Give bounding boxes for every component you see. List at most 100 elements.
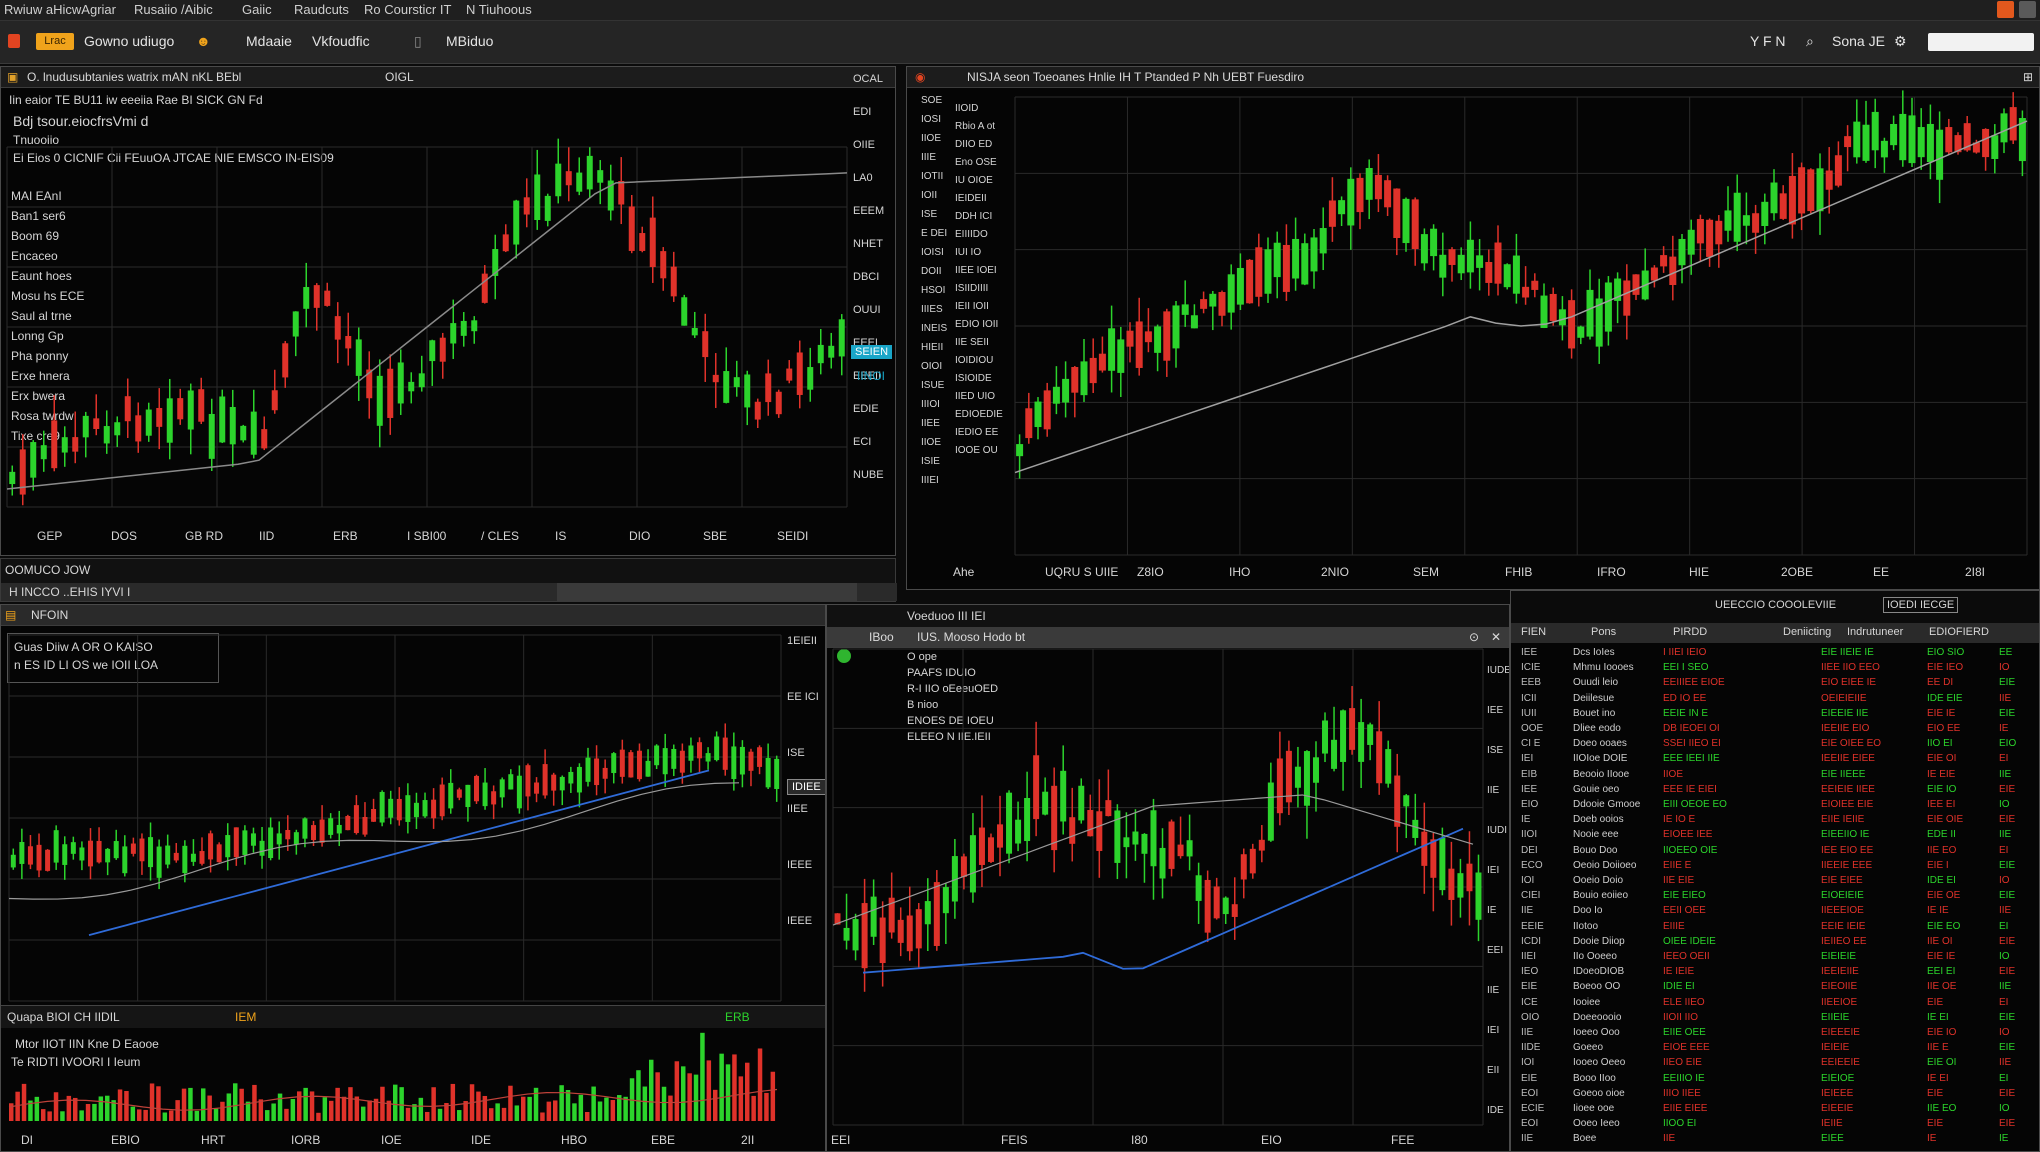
toolbar-item-2[interactable]: Vkfoudfic [312, 33, 370, 49]
candlestick-chart[interactable] [827, 605, 1510, 1152]
toolbar-item-3[interactable]: MBiduo [446, 33, 493, 49]
table-row[interactable]: DEI Bouo Doo IIOEEO OIE IEE EIO EE IIE EO EI [1511, 845, 2039, 860]
volume-chart[interactable] [1, 605, 826, 1152]
table-row[interactable]: EOI Ooeo Ieeo IIOO EI IEIIE EIE EIE [1511, 1118, 2039, 1133]
table-row[interactable]: ICDI Dooie Diiop OIEE IDEIE IEIIEO EE IIE OI… [1511, 935, 2039, 951]
table-row[interactable]: EIO Ddooie Gmooe EIII OEOE EO EIOIEE EIE IEE… [1511, 799, 2039, 814]
toolbar-right-1[interactable]: Y F N [1750, 33, 1786, 49]
table-row[interactable]: IIDE Goeeo EIOE EEE IEIEIE IIE E EIE [1511, 1042, 2039, 1057]
volume-bar [316, 1112, 321, 1121]
table-cell: EIE [1521, 981, 1538, 993]
candle-body [1240, 854, 1247, 880]
table-row[interactable]: IIE Doo Io EEII OEE IIEEEIOE IE IE IIE [1511, 905, 2039, 920]
table-row[interactable]: IUII Bouet ino EEIE IN E EIEEIE IIE EIE IE EI… [1511, 707, 2039, 723]
scrollbar-thumb[interactable] [557, 583, 857, 601]
table-row[interactable]: IEE Gouie oeo EEE IE EIEI EEIEIE IIEE EIE IO… [1511, 783, 2039, 799]
candle-body [817, 344, 824, 364]
table-row[interactable]: IE Doeb ooios IE IO E EIIE IEIIE EIE OIE EIE [1511, 814, 2039, 829]
volume-bar [405, 1107, 411, 1121]
table-row[interactable]: IIE Boee IIE EIEE IE IE [1511, 1133, 2039, 1148]
table-cell: EIO [1999, 738, 2017, 750]
menu-item-5[interactable]: Ro Coursticr IT [364, 2, 451, 17]
app-logo-icon[interactable] [8, 34, 20, 48]
table-cell: SSEI IIEO EI [1663, 738, 1721, 750]
menu-item-1[interactable]: Rwiuw aHicwAgriar [4, 2, 116, 17]
table-cell: EIE [1999, 783, 2016, 795]
candle-body [681, 297, 688, 326]
menu-item-6[interactable]: N Tiuhoous [466, 2, 532, 17]
table-row[interactable]: IOI Iooeo Oeeo IIEO EIE EEIEEIE EIE OI IIE [1511, 1057, 2039, 1072]
table-cell: IIE [1521, 1027, 1534, 1038]
table-cell: Doeb ooios [1573, 814, 1624, 826]
table-row[interactable]: EOI Goeoo oioe IIIO IIEE IEIEEE EIE EIE [1511, 1088, 2039, 1103]
candle-body [1430, 228, 1438, 257]
table-cell: EIEEIE IIE [1821, 707, 1869, 719]
volume-bar [169, 1110, 174, 1121]
candle-body [670, 266, 677, 297]
table-row[interactable]: ECIE Iioee ooe EIIE EIEE EIEEIE IIE EO IO [1511, 1103, 2039, 1118]
table-cell: EIE I [1927, 859, 1949, 871]
time-axis-label: 2NIO [1321, 565, 1350, 579]
table-row[interactable]: IIEI IIo Ooeeo IEEO OEII EIEIEIE EIE IE IO [1511, 951, 2039, 966]
account-badge[interactable]: Lrac [36, 33, 74, 50]
table-row[interactable]: OIO Doeeoooio IIOII IIO EIIEIE IE EI EIE [1511, 1012, 2039, 1027]
candle-body [1025, 408, 1033, 439]
toolbar-right-2[interactable]: Sona JE [1832, 33, 1885, 49]
table-cell: EIE [1999, 859, 2016, 871]
table-row[interactable]: ICII Deiilesue ED IO EE OEIEIEIIE IDE EIE IIE [1511, 693, 2039, 708]
table-row[interactable]: IIOI Nooie eee EIOEE IEE EIEEIIO IE EDE II II… [1511, 829, 2039, 844]
alert-icon[interactable]: ☻ [196, 33, 211, 49]
candle-body [1761, 201, 1769, 226]
candle-body [906, 915, 913, 952]
toolbar-item-1[interactable]: Mdaaie [246, 33, 292, 49]
column-header: Indrutuneer [1847, 626, 1904, 638]
table-row[interactable]: IOI Ooeio Doio IIE EIE EIE EIEE IDE EI IO [1511, 875, 2039, 890]
table-row[interactable]: ICE Iooiee ELE IIEO IIEEIOE EIE EI [1511, 997, 2039, 1012]
table-row[interactable]: EEIE IIotoo EIIIE EEIE IEIE EIE EO EI [1511, 921, 2039, 936]
menu-item-2[interactable]: Rusaiio /Aibic [134, 2, 213, 17]
candle-body [93, 418, 100, 430]
table-cell: EIE IIEEE [1821, 768, 1866, 780]
table-row[interactable]: IEE Dcs IoIes I IIEI IEIO EIE IIEIE IE EIO S… [1511, 647, 2039, 662]
brand-label[interactable]: Gowno udiugo [84, 33, 174, 49]
volume-bar [341, 1096, 347, 1121]
volume-bar [489, 1108, 494, 1121]
candle-body [1163, 311, 1171, 361]
candle-body [72, 437, 79, 452]
search-icon[interactable]: ⌕ [1806, 33, 1814, 50]
table-row[interactable]: EIE Boeoo OO IDIE EI EIEOIIE IIE OE IIE [1511, 981, 2039, 996]
candlestick-chart[interactable] [907, 67, 2040, 590]
candlestick-chart[interactable] [1, 67, 896, 556]
candle-body [1706, 219, 1714, 257]
lock-icon[interactable]: ▯ [414, 33, 422, 50]
table-row[interactable]: ECO Oeoio Doiioeo EIIE E IIEEIE EEE EIE I EIE [1511, 859, 2039, 875]
column-header: PIRDD [1673, 626, 1708, 638]
table-row[interactable]: EEB Ouudi leio EEIIIEE EIOE EIO EIEE IE EE D… [1511, 677, 2039, 692]
watchlist-filter[interactable]: IOEDI IECGE [1883, 597, 1959, 613]
window-control-icon[interactable] [2019, 1, 2036, 18]
table-cell: EEIEIE IIEE [1821, 783, 1875, 795]
table-row[interactable]: IEO IDoeoDIOB IE IEIE IEEIEIIE EEI EI EIE [1511, 966, 2039, 981]
table-row[interactable]: IIE Ioeeo Ooo EIIE OEE EIEEEIE EIE IO IO [1511, 1027, 2039, 1042]
menu-item-4[interactable]: Raudcuts [294, 2, 349, 17]
table-cell: Dooie Diiop [1573, 935, 1625, 947]
table-row[interactable]: ICIE Mhmu Ioooes EEI I SEO IIEE IIO EEO EIE … [1511, 662, 2039, 677]
candle-body [303, 287, 310, 309]
candle-body [1052, 386, 1060, 404]
table-row[interactable]: CI E Doeo ooaes SSEI IIEO EI EIE OIEE EO IIO… [1511, 738, 2039, 753]
table-cell: EIO EE [1927, 723, 1961, 734]
table-row[interactable]: EIE Booo IIoo EEIIIO IE EIEIOE IE EI EI [1511, 1073, 2039, 1088]
table-cell: EIOIEE EIE [1821, 799, 1874, 810]
window-alert-icon[interactable] [1997, 1, 2014, 18]
search-input[interactable] [1928, 33, 2034, 51]
table-row[interactable]: CIEI Bouio eoiieo EIE EIEO EIOEIEIE EIE OE EI… [1511, 890, 2039, 905]
menu-item-3[interactable]: Gaiic [242, 2, 272, 17]
settings-icon[interactable]: ⚙ [1894, 33, 1907, 50]
table-row[interactable]: IEI IIOIoe DOIE EEE IEEI IIE IEEIIE EIEE EIE… [1511, 753, 2039, 768]
candle-body [544, 195, 551, 221]
table-cell: IE [1999, 1133, 2009, 1145]
table-row[interactable]: EIB Beooio IIooe IIOE EIE IIEEE IE EIE IIE [1511, 768, 2039, 784]
candle-body [1227, 274, 1235, 313]
table-cell: I IIEI IEIO [1663, 647, 1707, 658]
table-row[interactable]: OOE Dliee eodo DB IEOEI OI IEEIIE EIO EIO EE… [1511, 723, 2039, 738]
